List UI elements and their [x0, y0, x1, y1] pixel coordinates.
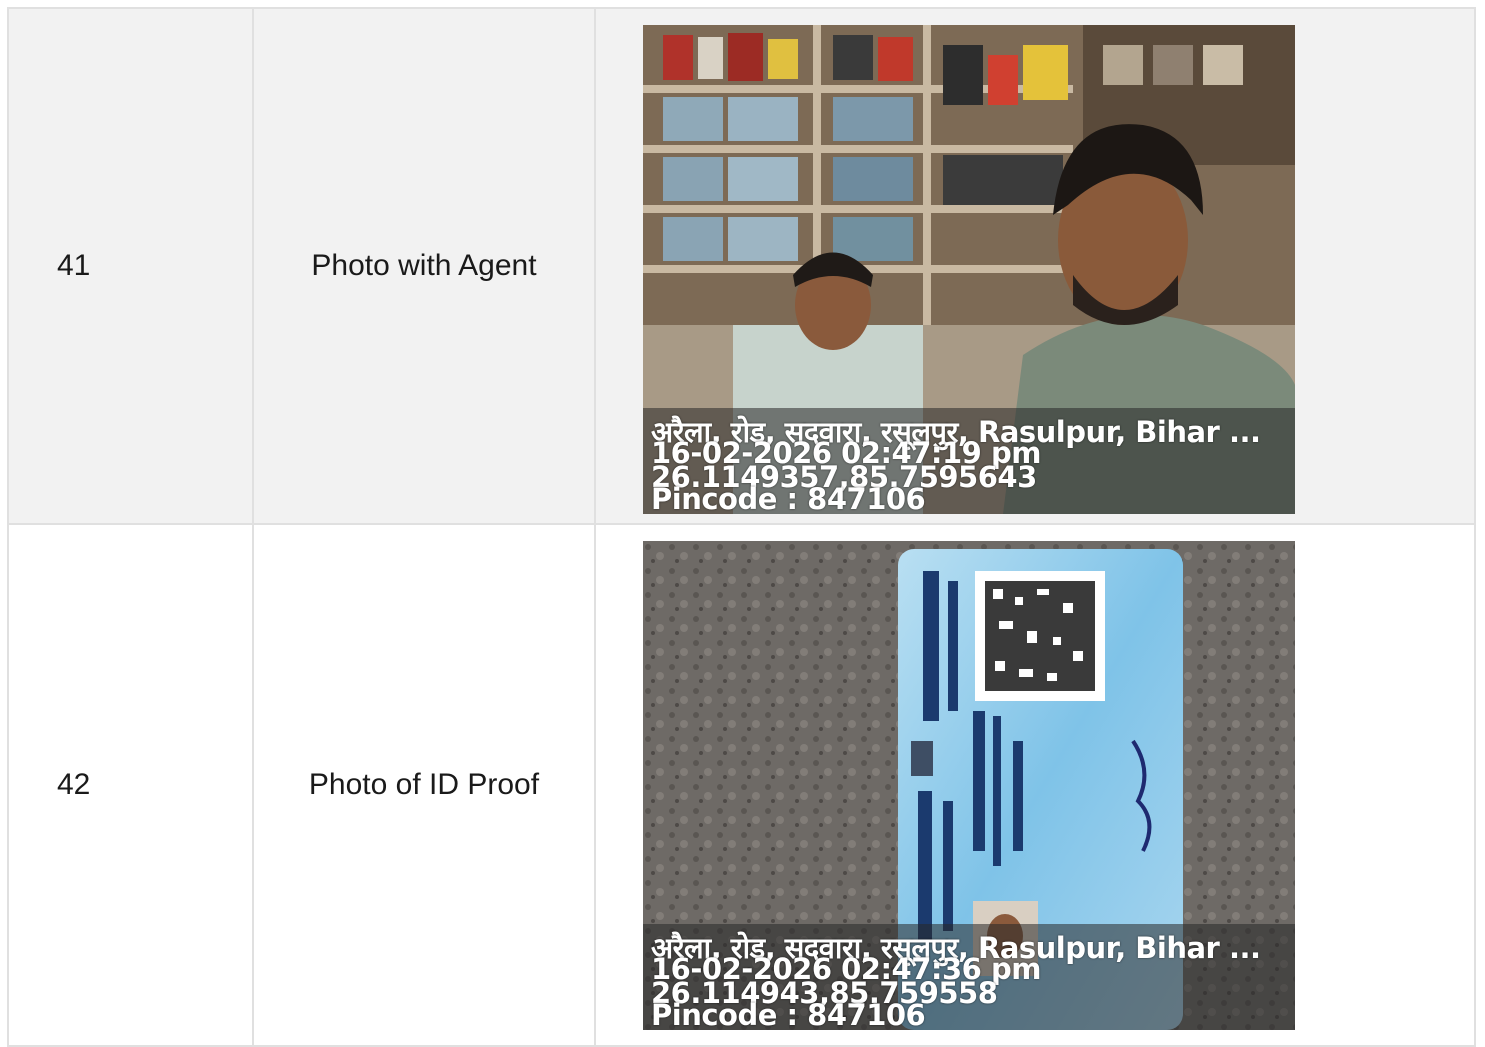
- row-label: Photo of ID Proof: [252, 523, 596, 1047]
- table-row: 41 Photo with Agent अरैला, रोड, सदवारा, …: [7, 7, 1476, 525]
- overlay-pincode: Pincode : 847106: [651, 482, 926, 514]
- id-proof-photo[interactable]: अरैला, रोड, सदवारा, रसूलपुर, Rasulpur, B…: [643, 541, 1295, 1030]
- row-number: 41: [7, 7, 254, 525]
- geotag-overlay: अरैला, रोड, सदवारा, रसूलपुर, Rasulpur, B…: [643, 924, 1295, 1030]
- row-label: Photo with Agent: [252, 7, 596, 525]
- overlay-pincode: Pincode : 847106: [651, 998, 926, 1030]
- image-cell: अरैला, रोड, सदवारा, रसूलपुर, Rasulpur, B…: [594, 7, 1476, 525]
- document-table: 41 Photo with Agent अरैला, रोड, सदवारा, …: [7, 7, 1476, 1047]
- table-row: 42 Photo of ID Proof अरैला, रोड, सदवारा,…: [7, 523, 1476, 1047]
- geotag-overlay: अरैला, रोड, सदवारा, रसूलपुर, Rasulpur, B…: [643, 408, 1295, 514]
- agent-photo[interactable]: अरैला, रोड, सदवारा, रसूलपुर, Rasulpur, B…: [643, 25, 1295, 514]
- row-number: 42: [7, 523, 254, 1047]
- image-cell: अरैला, रोड, सदवारा, रसूलपुर, Rasulpur, B…: [594, 523, 1476, 1047]
